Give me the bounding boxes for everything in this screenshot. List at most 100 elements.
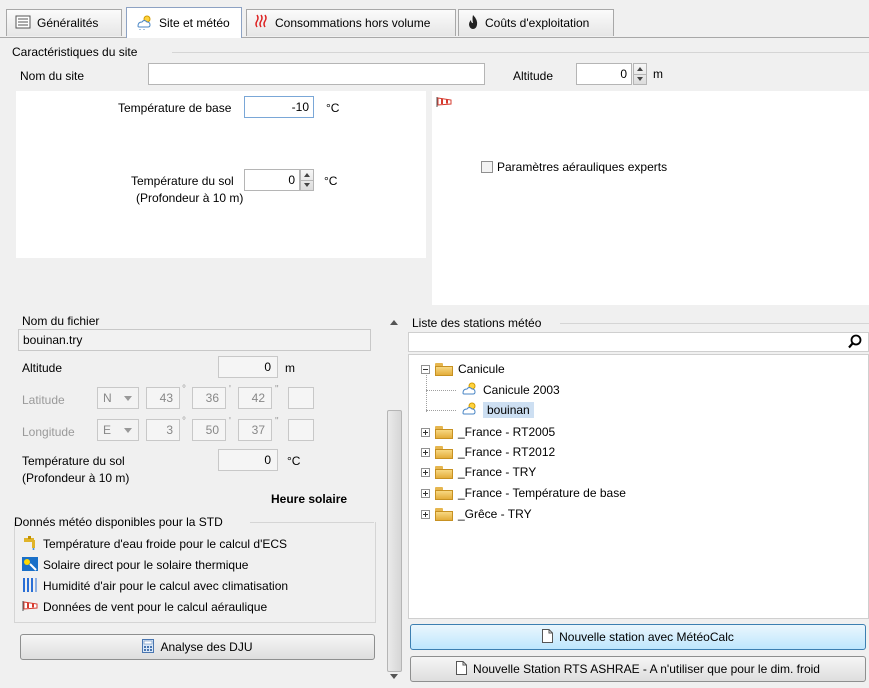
weather-icon xyxy=(460,401,478,420)
expand-icon[interactable] xyxy=(421,509,430,519)
tree-node-bouinan[interactable]: bouinan xyxy=(460,401,534,419)
longitude-direction-select[interactable]: E xyxy=(97,419,139,441)
expert-checkbox[interactable] xyxy=(481,161,493,173)
tab-label: Site et météo xyxy=(159,16,230,30)
file-ground-temp-unit: °C xyxy=(287,454,301,468)
search-icon[interactable] xyxy=(848,334,862,352)
new-station-rts-button[interactable]: Nouvelle Station RTS ASHRAE - A n'utilis… xyxy=(410,656,866,682)
ground-temp-sublabel: (Profondeur à 10 m) xyxy=(136,191,244,205)
longitude-min[interactable]: 50 xyxy=(192,419,226,441)
base-temp-unit: °C xyxy=(326,101,340,115)
tab-consommations[interactable]: Consommations hors volume xyxy=(246,9,456,36)
tree-node-canicule-2003[interactable]: Canicule 2003 xyxy=(460,381,560,399)
tree-node-france-rt2005[interactable]: _France - RT2005 xyxy=(421,423,555,441)
base-temp-input[interactable] xyxy=(244,96,314,118)
longitude-deg[interactable]: 3 xyxy=(146,419,180,441)
site-name-label: Nom du site xyxy=(20,69,85,83)
longitude-label: Longitude xyxy=(22,425,75,439)
ground-temp-label: Température du sol xyxy=(131,174,234,188)
site-altitude-input[interactable] xyxy=(576,63,632,85)
calculator-icon xyxy=(142,638,155,656)
expand-icon[interactable] xyxy=(421,427,430,437)
file-name-field[interactable]: bouinan.try xyxy=(18,329,371,351)
tree-connector xyxy=(426,390,456,391)
scroll-up-icon[interactable] xyxy=(390,320,398,325)
std-item-label: Température d'eau froide pour le calcul … xyxy=(43,537,288,551)
tree-connector xyxy=(426,410,456,411)
tree-node-france-temp-base[interactable]: _France - Température de base xyxy=(421,484,626,502)
scroll-down-icon[interactable] xyxy=(390,674,398,679)
flame-icon xyxy=(467,14,479,33)
tab-generalites[interactable]: Généralités xyxy=(6,9,122,36)
weather-icon xyxy=(460,381,478,400)
tab-site-meteo[interactable]: Site et météo xyxy=(126,7,242,38)
folder-icon xyxy=(435,425,453,439)
latitude-min-mark: ' xyxy=(229,384,231,395)
expand-icon[interactable] xyxy=(421,447,430,457)
tree-node-france-rt2012[interactable]: _France - RT2012 xyxy=(421,443,555,461)
tab-label: Coûts d'exploitation xyxy=(485,16,590,30)
latitude-direction-select[interactable]: N xyxy=(97,387,139,409)
file-name-label: Nom du fichier xyxy=(22,314,100,328)
site-altitude-unit: m xyxy=(653,67,663,81)
std-item: Solaire direct pour le solaire thermique xyxy=(22,556,248,574)
std-item-label: Humidité d'air pour le calcul avec clima… xyxy=(43,579,289,593)
scroll-thumb[interactable] xyxy=(387,410,402,672)
ground-temp-stepper[interactable] xyxy=(300,169,314,191)
tree-node-label: _France - TRY xyxy=(458,465,537,479)
latitude-label: Latitude xyxy=(22,393,65,407)
file-altitude-unit: m xyxy=(285,361,295,375)
file-altitude-value: 0 xyxy=(218,356,278,378)
site-altitude-label: Altitude xyxy=(513,69,554,83)
tree-node-france-try[interactable]: _France - TRY xyxy=(421,463,536,481)
latitude-extra[interactable] xyxy=(288,387,314,409)
longitude-deg-mark: ° xyxy=(182,416,186,427)
site-altitude-stepper[interactable] xyxy=(633,63,647,85)
solar-time-label: Heure solaire xyxy=(271,492,348,506)
expert-checkbox-label: Paramètres aérauliques experts xyxy=(497,160,668,174)
folder-icon xyxy=(435,507,453,521)
std-group-line xyxy=(250,522,374,523)
expand-icon[interactable] xyxy=(421,488,430,498)
folder-icon xyxy=(435,465,453,479)
tree-node-label: _France - Température de base xyxy=(458,486,626,500)
std-item-label: Solaire direct pour le solaire thermique xyxy=(43,558,249,572)
splitter-scrollbar[interactable] xyxy=(386,310,402,688)
heater-icon xyxy=(255,14,269,33)
ground-temp-input[interactable] xyxy=(244,169,300,191)
site-name-input[interactable] xyxy=(148,63,485,85)
std-item: Humidité d'air pour le calcul avec clima… xyxy=(22,577,288,595)
tree-node-label: _France - RT2012 xyxy=(458,445,556,459)
analyse-dju-button[interactable]: Analyse des DJU xyxy=(20,634,375,660)
tree-node-canicule[interactable]: Canicule xyxy=(421,360,505,378)
longitude-extra[interactable] xyxy=(288,419,314,441)
tree-node-label: Canicule 2003 xyxy=(483,383,560,397)
std-item: Température d'eau froide pour le calcul … xyxy=(22,535,287,553)
list-icon xyxy=(15,15,31,32)
tree-connector xyxy=(426,372,427,412)
folder-icon xyxy=(435,362,453,376)
file-ground-temp-label: Température du sol xyxy=(22,454,125,468)
new-station-meteocalc-button[interactable]: Nouvelle station avec MétéoCalc xyxy=(410,624,866,650)
latitude-deg[interactable]: 43 xyxy=(146,387,180,409)
latitude-sec[interactable]: 42 xyxy=(238,387,272,409)
new-document-icon xyxy=(456,660,468,678)
new-station-label: Nouvelle station avec MétéoCalc xyxy=(559,630,734,644)
tap-icon xyxy=(22,535,38,553)
tab-couts[interactable]: Coûts d'exploitation xyxy=(458,9,614,36)
solar-icon xyxy=(22,556,38,574)
stations-group-line xyxy=(560,323,869,324)
windsock-icon xyxy=(436,96,452,111)
tab-label: Généralités xyxy=(37,16,99,30)
station-search-input[interactable] xyxy=(408,332,869,352)
new-rts-label: Nouvelle Station RTS ASHRAE - A n'utilis… xyxy=(473,662,820,676)
collapse-icon[interactable] xyxy=(421,364,430,374)
std-item-label: Données de vent pour le calcul aérauliqu… xyxy=(43,600,268,614)
longitude-sec[interactable]: 37 xyxy=(238,419,272,441)
longitude-sec-mark: " xyxy=(275,416,279,427)
weather-icon xyxy=(135,14,153,33)
expand-icon[interactable] xyxy=(421,467,430,477)
tree-node-grece-try[interactable]: _Grêce - TRY xyxy=(421,505,532,523)
site-section-title: Caractéristiques du site xyxy=(12,45,138,59)
latitude-min[interactable]: 36 xyxy=(192,387,226,409)
